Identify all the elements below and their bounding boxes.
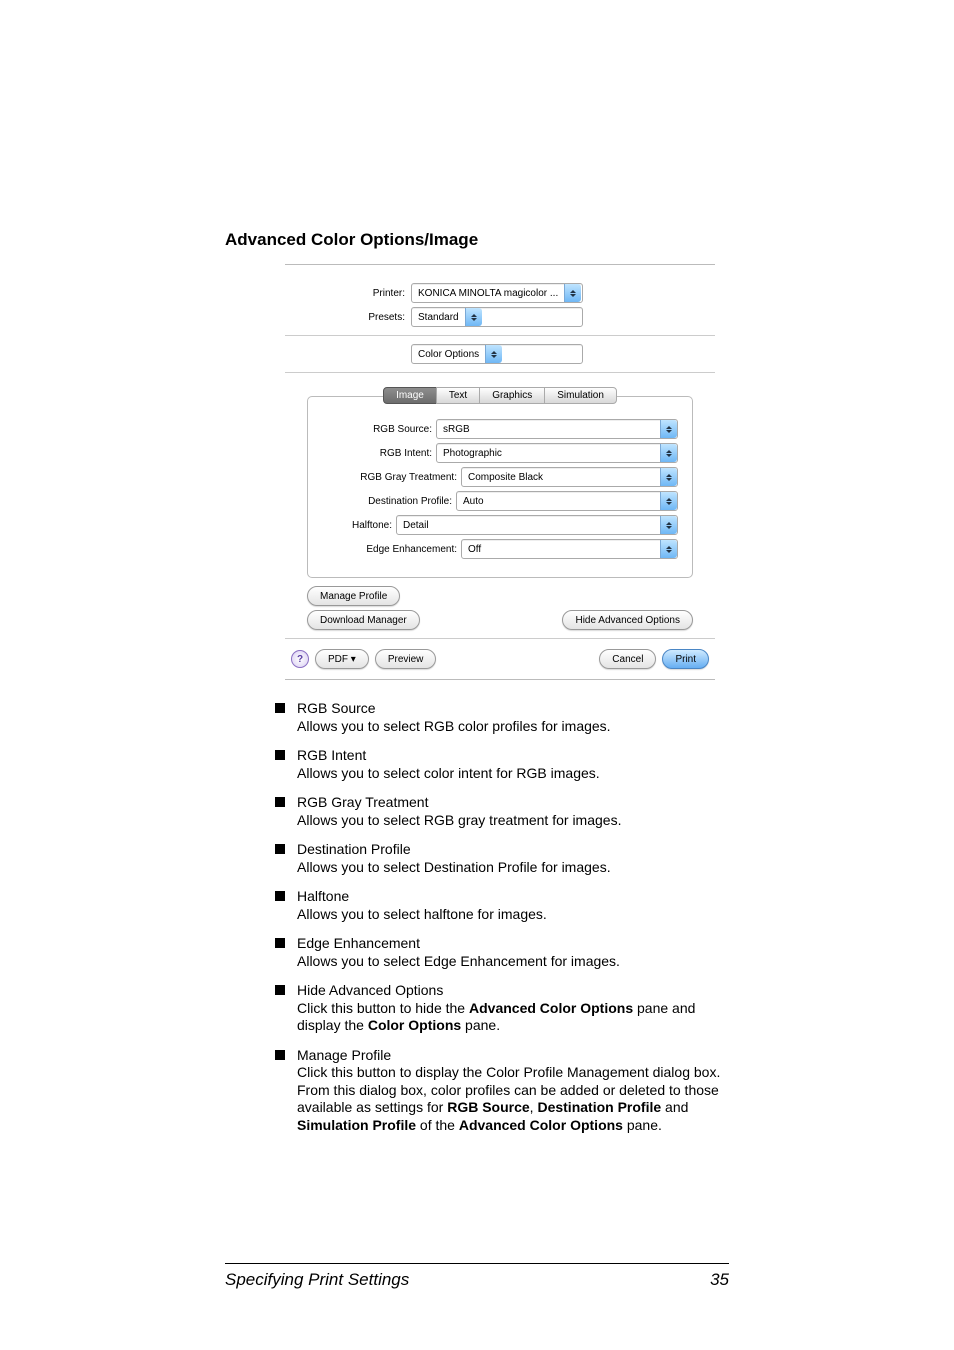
printer-select[interactable]: KONICA MINOLTA magicolor ... <box>411 283 583 303</box>
edge-enh-value: Off <box>462 540 660 558</box>
tab-simulation[interactable]: Simulation <box>544 387 617 404</box>
list-item: Manage Profile Click this button to disp… <box>275 1047 729 1135</box>
download-manager-button[interactable]: Download Manager <box>307 610 420 630</box>
chevron-updown-icon <box>485 345 502 363</box>
print-dialog: Printer: KONICA MINOLTA magicolor ... Pr… <box>285 264 715 680</box>
divider <box>285 335 715 336</box>
edge-enh-select[interactable]: Off <box>461 539 678 559</box>
printer-value: KONICA MINOLTA magicolor ... <box>412 284 564 302</box>
text: of the <box>416 1117 459 1133</box>
footer-title: Specifying Print Settings <box>225 1270 409 1290</box>
item-title: Hide Advanced Options <box>297 982 729 1000</box>
presets-value: Standard <box>412 308 465 326</box>
chevron-updown-icon <box>564 284 581 302</box>
list-item: Edge Enhancement Allows you to select Ed… <box>275 935 729 970</box>
item-desc: Allows you to select Edge Enhancement fo… <box>297 953 729 971</box>
text: pane. <box>461 1017 500 1033</box>
dest-profile-select[interactable]: Auto <box>456 491 678 511</box>
text: RGB Source <box>447 1099 529 1115</box>
item-desc: Allows you to select RGB color profiles … <box>297 718 729 736</box>
edge-enh-label: Edge Enhancement: <box>322 544 461 555</box>
tab-text[interactable]: Text <box>436 387 480 404</box>
text: Advanced Color Options <box>459 1117 623 1133</box>
section-select[interactable]: Color Options <box>411 344 583 364</box>
text: Color Options <box>368 1017 461 1033</box>
print-button[interactable]: Print <box>662 649 709 669</box>
rgb-gray-value: Composite Black <box>462 468 660 486</box>
pdf-menu-button[interactable]: PDF ▾ <box>315 649 369 669</box>
list-item: RGB Source Allows you to select RGB colo… <box>275 700 729 735</box>
manage-profile-button[interactable]: Manage Profile <box>307 586 400 606</box>
list-item: Halftone Allows you to select halftone f… <box>275 888 729 923</box>
text: and <box>661 1099 688 1115</box>
presets-select[interactable]: Standard <box>411 307 583 327</box>
rgb-source-label: RGB Source: <box>322 424 436 435</box>
rgb-source-select[interactable]: sRGB <box>436 419 678 439</box>
item-desc: Allows you to select color intent for RG… <box>297 765 729 783</box>
help-icon[interactable]: ? <box>291 650 309 668</box>
rgb-intent-value: Photographic <box>437 444 660 462</box>
chevron-updown-icon <box>660 492 677 510</box>
tab-image[interactable]: Image <box>383 387 437 404</box>
halftone-value: Detail <box>397 516 660 534</box>
tab-panel-image: RGB Source: sRGB RGB Intent: Photographi… <box>307 396 693 578</box>
item-title: RGB Intent <box>297 747 729 765</box>
tab-strip: Image Text Graphics Simulation <box>285 387 715 404</box>
rgb-gray-select[interactable]: Composite Black <box>461 467 678 487</box>
cancel-button[interactable]: Cancel <box>599 649 656 669</box>
preview-button[interactable]: Preview <box>375 649 437 669</box>
item-title: Edge Enhancement <box>297 935 729 953</box>
page-footer: Specifying Print Settings 35 <box>225 1263 729 1290</box>
text: Destination Profile <box>537 1099 661 1115</box>
printer-label: Printer: <box>285 288 411 299</box>
item-title: Halftone <box>297 888 729 906</box>
tab-graphics[interactable]: Graphics <box>479 387 545 404</box>
item-desc: Click this button to hide the Advanced C… <box>297 1000 729 1035</box>
divider <box>285 638 715 639</box>
item-desc: Allows you to select halftone for images… <box>297 906 729 924</box>
rgb-intent-select[interactable]: Photographic <box>436 443 678 463</box>
text: Advanced Color Options <box>469 1000 633 1016</box>
item-desc: Allows you to select Destination Profile… <box>297 859 729 877</box>
list-item: Hide Advanced Options Click this button … <box>275 982 729 1035</box>
presets-label: Presets: <box>285 312 411 323</box>
chevron-updown-icon <box>660 540 677 558</box>
list-item: RGB Gray Treatment Allows you to select … <box>275 794 729 829</box>
item-title: Destination Profile <box>297 841 729 859</box>
halftone-label: Halftone: <box>322 520 396 531</box>
item-title: RGB Source <box>297 700 729 718</box>
list-item: RGB Intent Allows you to select color in… <box>275 747 729 782</box>
text: Click this button to hide the <box>297 1000 469 1016</box>
item-title: Manage Profile <box>297 1047 729 1065</box>
section-value: Color Options <box>412 345 485 363</box>
chevron-updown-icon <box>660 444 677 462</box>
list-item: Destination Profile Allows you to select… <box>275 841 729 876</box>
hide-advanced-button[interactable]: Hide Advanced Options <box>562 610 693 630</box>
section-heading: Advanced Color Options/Image <box>225 230 729 250</box>
item-title: RGB Gray Treatment <box>297 794 729 812</box>
rgb-source-value: sRGB <box>437 420 660 438</box>
text: pane. <box>623 1117 662 1133</box>
rgb-intent-label: RGB Intent: <box>322 448 436 459</box>
text: Simulation Profile <box>297 1117 416 1133</box>
options-description-list: RGB Source Allows you to select RGB colo… <box>275 700 729 1134</box>
dest-profile-value: Auto <box>457 492 660 510</box>
item-desc: Allows you to select RGB gray treatment … <box>297 812 729 830</box>
dest-profile-label: Destination Profile: <box>322 496 456 507</box>
chevron-updown-icon <box>660 420 677 438</box>
chevron-updown-icon <box>660 516 677 534</box>
item-desc: Click this button to display the Color P… <box>297 1064 729 1134</box>
divider <box>285 372 715 373</box>
page-number: 35 <box>710 1270 729 1290</box>
halftone-select[interactable]: Detail <box>396 515 678 535</box>
chevron-updown-icon <box>465 308 482 326</box>
chevron-updown-icon <box>660 468 677 486</box>
rgb-gray-label: RGB Gray Treatment: <box>322 472 461 483</box>
